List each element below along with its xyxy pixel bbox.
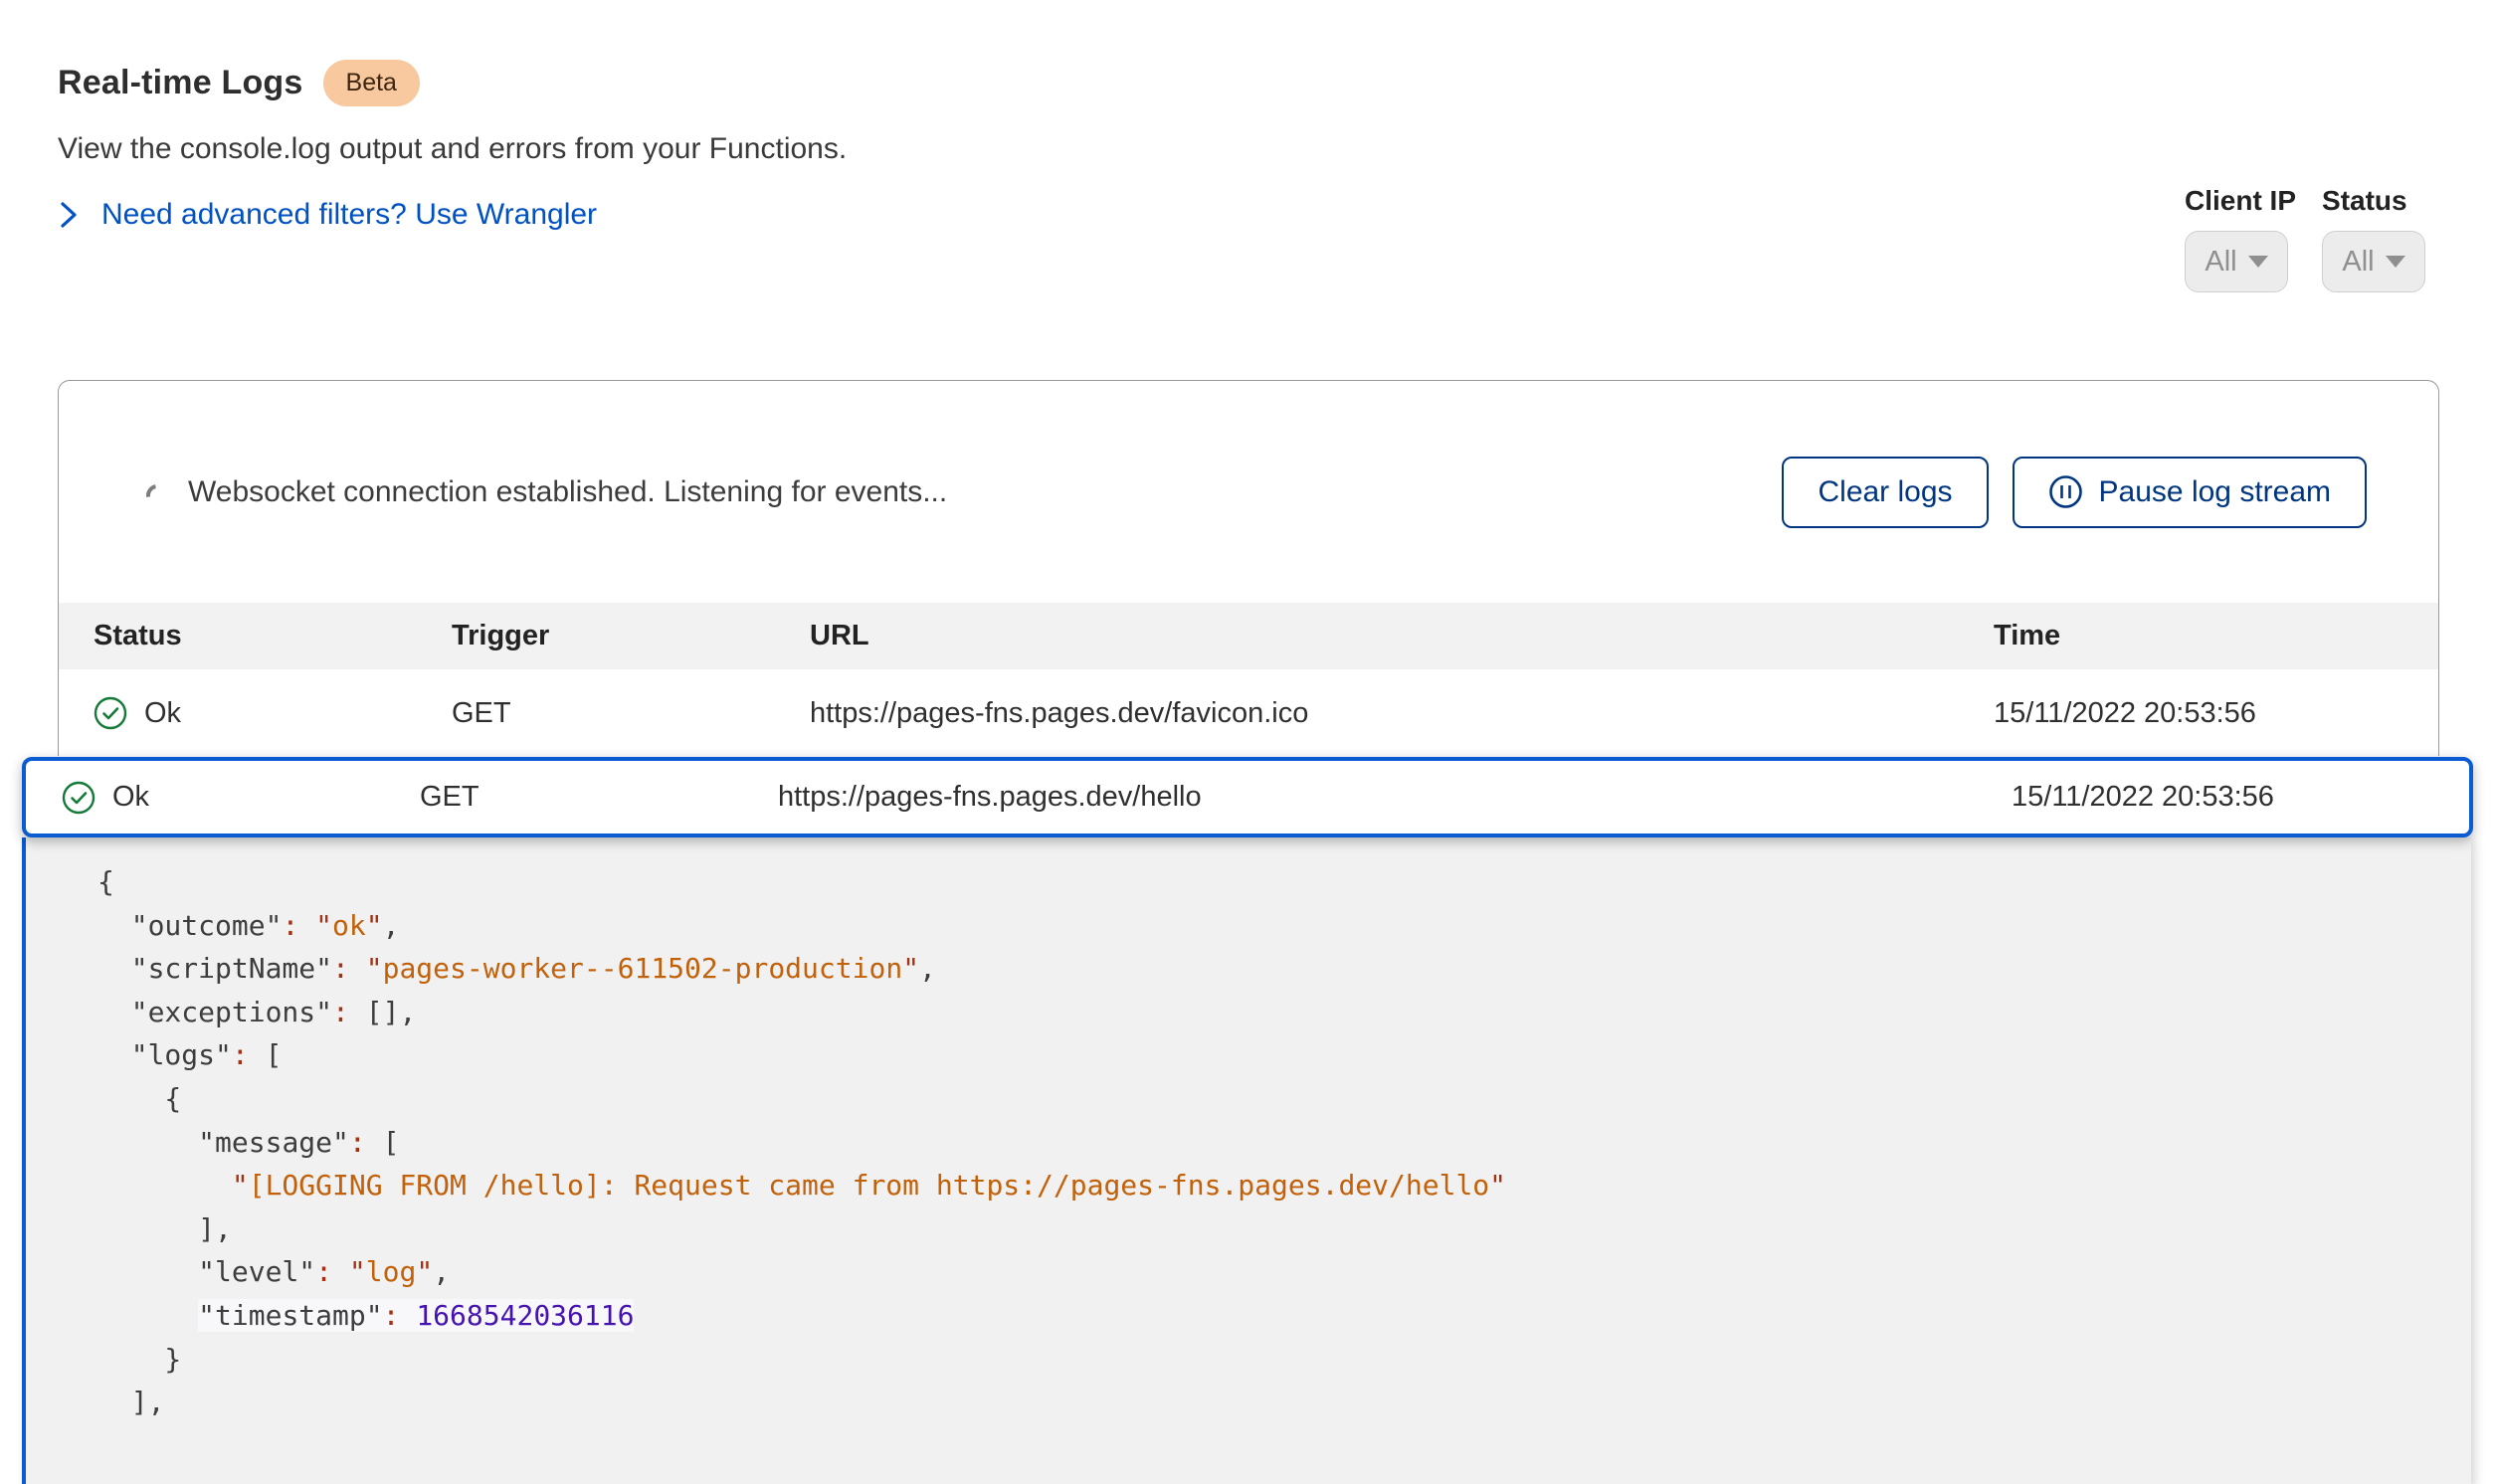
row-trigger: GET bbox=[420, 781, 778, 814]
client-ip-filter-value: All bbox=[2205, 246, 2236, 278]
column-header-trigger: Trigger bbox=[452, 620, 810, 652]
chevron-right-icon bbox=[58, 200, 80, 230]
row-time: 15/11/2022 20:53:56 bbox=[1994, 697, 2438, 730]
row-trigger: GET bbox=[452, 697, 810, 730]
status-filter-dropdown[interactable]: All bbox=[2322, 231, 2425, 292]
pause-icon bbox=[2048, 474, 2083, 509]
log-detail-panel: { "outcome": "ok", "scriptName": "pages-… bbox=[22, 837, 2471, 1484]
caret-down-icon bbox=[2248, 256, 2268, 268]
page-title: Real-time Logs bbox=[58, 64, 303, 102]
check-circle-icon bbox=[94, 696, 127, 730]
log-json: { "outcome": "ok", "scriptName": "pages-… bbox=[97, 860, 2471, 1424]
row-time: 15/11/2022 20:53:56 bbox=[2012, 781, 2469, 814]
filters: Client IP All Status All bbox=[2185, 185, 2425, 292]
log-toolbar: Websocket connection established. Listen… bbox=[59, 381, 2438, 603]
page-header: Real-time Logs Beta View the console.log… bbox=[58, 60, 847, 232]
row-status: Ok bbox=[144, 697, 181, 730]
row-status: Ok bbox=[112, 781, 149, 814]
status-filter-value: All bbox=[2342, 246, 2374, 278]
client-ip-filter-label: Client IP bbox=[2185, 185, 2296, 217]
expanded-log-entry: Ok GET https://pages-fns.pages.dev/hello… bbox=[22, 757, 2473, 1484]
caret-down-icon bbox=[2386, 256, 2405, 268]
pause-log-stream-label: Pause log stream bbox=[2099, 475, 2331, 509]
log-card: Websocket connection established. Listen… bbox=[58, 380, 2439, 756]
spinner-icon bbox=[142, 479, 173, 510]
table-row[interactable]: Ok GET https://pages-fns.pages.dev/favic… bbox=[59, 669, 2438, 756]
beta-badge: Beta bbox=[323, 60, 420, 106]
column-header-time: Time bbox=[1994, 620, 2438, 652]
clear-logs-label: Clear logs bbox=[1818, 475, 1952, 509]
pause-log-stream-button[interactable]: Pause log stream bbox=[2013, 457, 2367, 528]
column-header-status: Status bbox=[94, 620, 452, 652]
table-header: Status Trigger URL Time bbox=[59, 603, 2438, 669]
row-url: https://pages-fns.pages.dev/favicon.ico bbox=[810, 697, 1994, 730]
page-subtitle: View the console.log output and errors f… bbox=[58, 132, 847, 166]
column-header-url: URL bbox=[810, 620, 1994, 652]
check-circle-icon bbox=[62, 781, 96, 815]
status-filter-label: Status bbox=[2322, 185, 2425, 217]
clear-logs-button[interactable]: Clear logs bbox=[1782, 457, 1988, 528]
websocket-status-text: Websocket connection established. Listen… bbox=[188, 475, 947, 509]
selected-table-row[interactable]: Ok GET https://pages-fns.pages.dev/hello… bbox=[22, 757, 2473, 837]
client-ip-filter-dropdown[interactable]: All bbox=[2185, 231, 2288, 292]
wrangler-filters-link[interactable]: Need advanced filters? Use Wrangler bbox=[101, 198, 597, 232]
row-url: https://pages-fns.pages.dev/hello bbox=[778, 781, 2012, 814]
